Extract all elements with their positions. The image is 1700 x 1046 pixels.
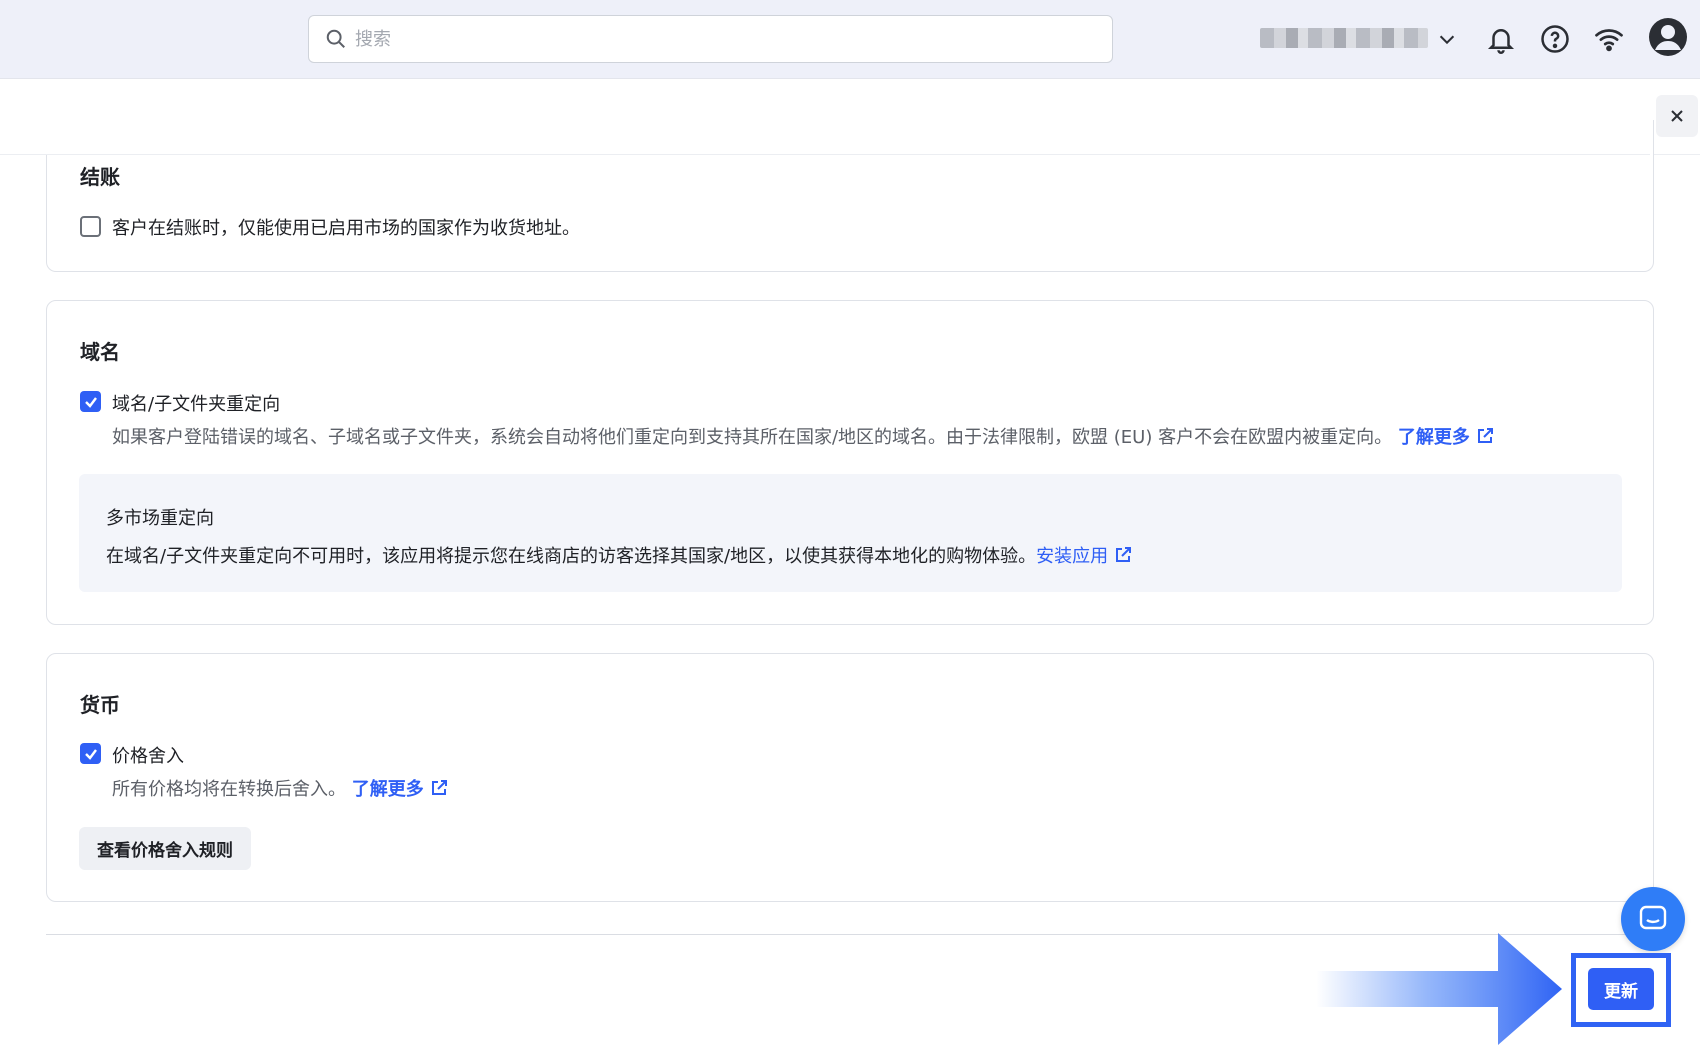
currency-title: 货币 (80, 693, 120, 717)
help-icon[interactable] (1540, 24, 1570, 54)
domain-redirect-checkbox[interactable] (80, 391, 101, 412)
wifi-icon[interactable] (1594, 24, 1624, 54)
multi-market-redirect-box: 多市场重定向 在域名/子文件夹重定向不可用时，该应用将提示您在线商店的访客选择其… (79, 474, 1622, 592)
avatar-icon[interactable] (1648, 17, 1688, 57)
chat-widget-button[interactable] (1621, 887, 1685, 951)
multi-market-redirect-title: 多市场重定向 (106, 508, 214, 529)
checkmark-icon (84, 748, 97, 760)
checkmark-icon (84, 396, 97, 408)
price-rounding-description-text: 所有价格均将在转换后舍入。 (112, 779, 346, 800)
bell-icon[interactable] (1486, 24, 1516, 54)
price-rounding-checkbox[interactable] (80, 743, 101, 764)
view-rounding-rules-button[interactable]: 查看价格舍入规则 (79, 827, 251, 870)
currency-card: 货币 价格舍入 所有价格均将在转换后舍入。 了解更多 查看价格舍入规则 (46, 653, 1654, 902)
install-app-link[interactable]: 安装应用 (1036, 542, 1132, 568)
currency-learn-more-label: 了解更多 (351, 779, 424, 800)
external-link-icon (431, 780, 447, 795)
currency-learn-more-link[interactable]: 了解更多 (352, 775, 448, 801)
domain-redirect-description: 如果客户登陆错误的域名、子域名或子文件夹，系统会自动将他们重定向到支持其所在国家… (112, 423, 1494, 449)
domain-redirect-label: 域名/子文件夹重定向 (112, 394, 281, 415)
search-bar[interactable] (308, 15, 1113, 63)
domain-title: 域名 (80, 340, 120, 364)
checkout-title: 结账 (80, 165, 120, 189)
price-rounding-label: 价格舍入 (112, 746, 184, 767)
checkout-market-only-label: 客户在结账时，仅能使用已启用市场的国家作为收货地址。 (112, 218, 580, 239)
domain-card: 域名 域名/子文件夹重定向 如果客户登陆错误的域名、子域名或子文件夹，系统会自动… (46, 300, 1654, 625)
update-button[interactable]: 更新 (1588, 968, 1654, 1010)
multi-market-redirect-text: 在域名/子文件夹重定向不可用时，该应用将提示您在线商店的访客选择其国家/地区，以… (106, 542, 1132, 568)
tutorial-arrow-icon (1316, 933, 1562, 1045)
checkout-market-only-checkbox[interactable] (80, 216, 101, 237)
external-link-icon (1477, 428, 1493, 443)
chevron-down-icon[interactable] (1436, 28, 1458, 50)
install-app-label: 安装应用 (1036, 546, 1109, 567)
close-icon (1671, 110, 1683, 122)
search-icon (326, 29, 345, 48)
account-name-redacted[interactable] (1260, 28, 1428, 48)
chat-icon (1639, 905, 1667, 930)
top-bar (0, 0, 1700, 79)
price-rounding-description: 所有价格均将在转换后舍入。 了解更多 (112, 775, 448, 801)
external-link-icon (1116, 547, 1132, 562)
close-button[interactable] (1656, 95, 1698, 137)
modal-header-overlay (0, 79, 1650, 155)
domain-redirect-description-text: 如果客户登陆错误的域名、子域名或子文件夹，系统会自动将他们重定向到支持其所在国家… (112, 427, 1393, 448)
search-input[interactable] (355, 28, 1055, 50)
domain-learn-more-label: 了解更多 (1397, 427, 1470, 448)
multi-market-redirect-body: 在域名/子文件夹重定向不可用时，该应用将提示您在线商店的访客选择其国家/地区，以… (106, 546, 1037, 567)
domain-learn-more-link[interactable]: 了解更多 (1398, 423, 1494, 449)
